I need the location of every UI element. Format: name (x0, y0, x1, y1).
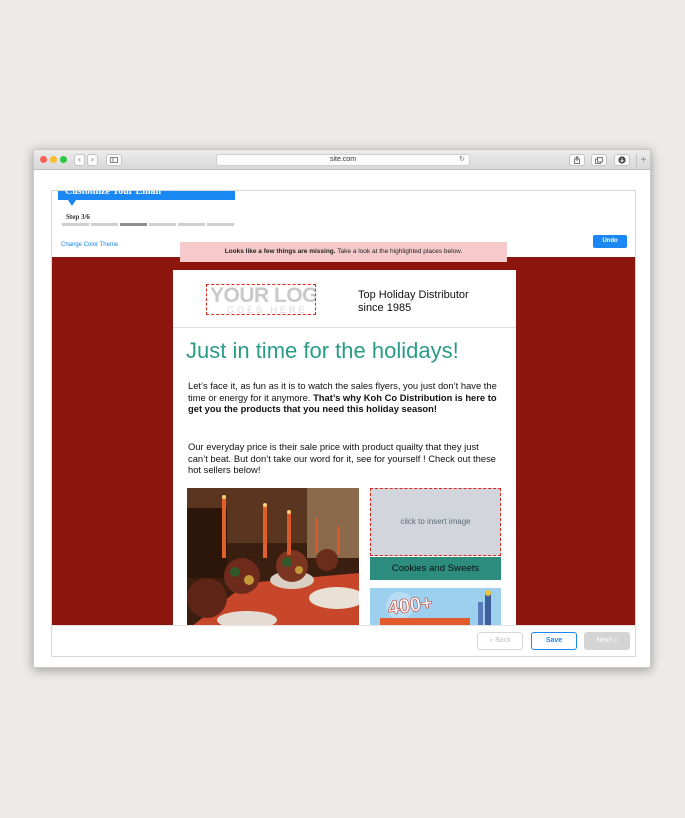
step-bar-1 (62, 223, 89, 226)
next-button[interactable]: Next » (584, 632, 630, 650)
browser-toolbar: ‹ › site.com ↻ + (34, 150, 650, 170)
sidebar-icon[interactable] (106, 154, 122, 166)
wizard-footer: « Back Save Next » (52, 625, 635, 656)
zoom-window-button[interactable] (60, 156, 67, 163)
email-tagline[interactable]: Top Holiday Distributor since 1985 (358, 289, 488, 315)
header-divider (173, 327, 516, 328)
holiday-photo-illustration (187, 488, 359, 625)
insert-image-placeholder[interactable]: click to insert image (370, 488, 501, 556)
holiday-table-photo[interactable] (187, 488, 359, 625)
email-headline[interactable]: Just in time for the holidays! (186, 338, 459, 364)
step-bar-6 (207, 223, 234, 226)
minimize-window-button[interactable] (50, 156, 57, 163)
chevron-left-icon[interactable]: ‹ (74, 154, 85, 166)
cookies-and-sweets-button[interactable]: Cookies and Sweets (370, 557, 501, 580)
undo-button[interactable]: Undo (593, 235, 627, 248)
email-paragraph-1[interactable]: Let’s face it, as fun as it is to watch … (188, 380, 498, 415)
step-label: Step 3/6 (66, 213, 90, 221)
change-color-theme-link[interactable]: Change Color Theme (61, 242, 118, 248)
missing-items-alert: Looks like a few things are missing. Tak… (180, 242, 507, 262)
step-bar-3 (120, 223, 147, 226)
address-bar[interactable]: site.com ↻ (216, 154, 470, 166)
logo-subtext: GOES HERE (227, 305, 308, 315)
alert-bold-text: Looks like a few things are missing. (224, 248, 336, 255)
email-preview: YOUR LOGO GOES HERE Top Holiday Distribu… (173, 270, 516, 625)
alert-text: Take a look at the highlighted places be… (335, 248, 463, 255)
email-canvas: YOUR LOGO GOES HERE Top Holiday Distribu… (52, 257, 635, 625)
promo-illustration: 400+ (370, 588, 501, 625)
promo-image[interactable]: 400+ (370, 588, 501, 625)
banner-pointer (68, 200, 76, 206)
chevron-right-icon[interactable]: › (87, 154, 98, 166)
save-button[interactable]: Save (531, 632, 577, 650)
share-icon[interactable] (569, 154, 585, 166)
back-button[interactable]: « Back (477, 632, 523, 650)
url-text: site.com (329, 156, 357, 163)
step-progress (62, 223, 234, 226)
reload-icon[interactable]: ↻ (459, 155, 465, 165)
close-window-button[interactable] (40, 156, 47, 163)
step-bar-2 (91, 223, 118, 226)
step-bar-4 (149, 223, 176, 226)
email-customizer: Customize Your Email Step 3/6 Change Col… (51, 190, 636, 657)
email-paragraph-2[interactable]: Our everyday price is their sale price w… (188, 441, 498, 476)
wizard-title: Customize Your Email (58, 191, 235, 200)
download-icon[interactable] (614, 154, 630, 166)
logo-placeholder[interactable]: YOUR LOGO GOES HERE (206, 284, 316, 315)
browser-window: ‹ › site.com ↻ + Customize Your Email St… (33, 149, 651, 668)
step-bar-5 (178, 223, 205, 226)
tabs-icon[interactable] (591, 154, 607, 166)
plus-icon[interactable]: + (636, 154, 650, 168)
